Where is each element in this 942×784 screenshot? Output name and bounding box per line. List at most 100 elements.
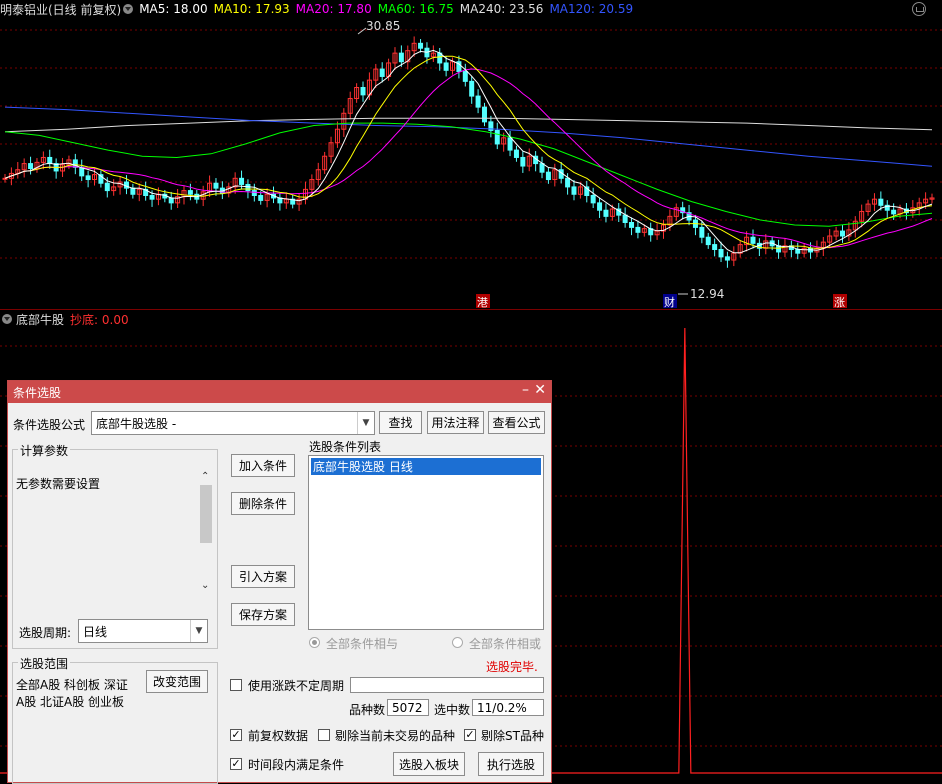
condition-list-title: 选股条件列表 [309, 440, 382, 454]
candle-body [213, 182, 219, 189]
close-icon[interactable]: ✕ [534, 382, 546, 398]
candle-body [258, 195, 264, 201]
status-text: 选股完毕. [486, 660, 538, 674]
ma10-label: MA10: 17.93 [213, 2, 290, 16]
candle-body [545, 171, 551, 181]
candle-body [418, 42, 424, 49]
execute-selection-button[interactable]: 执行选股 [478, 752, 544, 776]
indicator-dropdown-icon[interactable] [2, 314, 12, 324]
indicator-signal: 抄底: 0.00 [70, 312, 129, 327]
indicator-name[interactable]: 底部牛股 [16, 311, 64, 328]
candle-body [494, 129, 500, 145]
condition-list-item[interactable]: 底部牛股选股 日线 [311, 458, 541, 475]
candle-body [712, 244, 718, 251]
candle-body [239, 177, 245, 185]
find-button[interactable]: 查找 [379, 411, 422, 434]
low-annotation: 12.94 [678, 287, 724, 301]
condition-list[interactable]: 底部牛股选股 日线 [308, 455, 544, 630]
candle-body [705, 236, 711, 246]
low-label: 12.94 [690, 287, 724, 301]
ma120-line [4, 106, 933, 167]
view-formula-button[interactable]: 查看公式 [488, 411, 545, 434]
radio-all-or[interactable] [452, 637, 463, 648]
candle-body [379, 68, 385, 77]
period-select[interactable]: 日线 ▼ [78, 619, 208, 643]
ma60-line [4, 122, 933, 227]
count-field: 5072 [387, 699, 429, 716]
event-marker-zhang[interactable]: 涨 [834, 296, 845, 309]
candle-body [2, 177, 8, 180]
dialog-titlebar[interactable]: 条件选股 – ✕ [8, 381, 551, 403]
scroll-thumb[interactable] [200, 485, 212, 543]
condition-selection-dialog[interactable]: 条件选股 – ✕ 条件选股公式 底部牛股选股 - ▼ 查找 用法注释 查看公式 … [7, 380, 552, 784]
adjusted-data-checkbox[interactable]: ✓ [230, 729, 242, 741]
variable-period-checkbox[interactable] [230, 679, 242, 691]
moving-average-lines [4, 49, 933, 254]
count-label: 品种数 [349, 703, 386, 717]
ma10-line [4, 55, 933, 249]
candle-body [187, 190, 193, 195]
minimize-icon[interactable]: – [522, 382, 529, 398]
candle-body [891, 209, 897, 215]
formula-select[interactable]: 底部牛股选股 - ▼ [91, 411, 375, 435]
event-marker-gang[interactable]: 港 [477, 296, 488, 309]
candle-body [795, 249, 801, 254]
dropdown-circle-icon[interactable] [123, 4, 134, 14]
chevron-down-icon[interactable]: ▼ [357, 412, 374, 434]
adjusted-data-label: 前复权数据 [248, 729, 309, 743]
candle-body [776, 245, 782, 253]
candle-body [724, 256, 730, 261]
candle-body [251, 190, 257, 197]
add-condition-button[interactable]: 加入条件 [231, 454, 295, 477]
candles [2, 36, 935, 268]
scroll-down-icon[interactable]: ⌄ [201, 580, 209, 591]
change-range-button[interactable]: 改变范围 [146, 670, 208, 693]
radio-all-and[interactable] [309, 637, 320, 648]
ma5-label: MA5: 18.00 [139, 2, 208, 16]
event-marker-cai[interactable]: 财 [664, 295, 675, 309]
ma20-line [4, 68, 933, 249]
params-group-label: 计算参数 [18, 442, 71, 459]
period-value: 日线 [83, 624, 108, 639]
params-text: 无参数需要设置 [16, 477, 101, 491]
usage-notes-button[interactable]: 用法注释 [427, 411, 484, 434]
candle-body [635, 226, 641, 233]
candle-body [168, 197, 174, 204]
candle-body [622, 214, 628, 224]
candle-body [520, 156, 526, 167]
time-range-label: 时间段内满足条件 [248, 758, 345, 772]
delete-condition-button[interactable]: 删除条件 [231, 492, 295, 515]
scroll-up-icon[interactable]: ⌃ [201, 471, 209, 482]
remove-untraded-label: 剔除当前未交易的品种 [335, 729, 456, 743]
candle-body [475, 95, 481, 108]
dialog-title: 条件选股 [13, 385, 62, 400]
event-markers: 港 财 涨 [476, 294, 847, 309]
candle-body [590, 195, 596, 204]
params-scrollbar[interactable]: ⌃ ⌄ [199, 469, 213, 591]
save-scheme-button[interactable]: 保存方案 [231, 603, 295, 626]
ma5-line [4, 49, 933, 254]
candlestick-chart[interactable]: 30.85 12.94 港 财 涨 [0, 0, 942, 310]
high-annotation: 30.85 [357, 19, 400, 35]
formula-label: 条件选股公式 [13, 418, 86, 432]
chevron-down-icon[interactable]: ▼ [190, 620, 207, 642]
candle-body [539, 163, 545, 173]
stock-title[interactable]: 明泰铝业(日线 前复权) [0, 1, 121, 18]
remove-st-label: 剔除ST品种 [481, 729, 544, 743]
add-to-block-button[interactable]: 选股入板块 [393, 752, 465, 776]
candle-body [85, 175, 91, 181]
candle-body [443, 62, 449, 71]
remove-st-checkbox[interactable]: ✓ [464, 729, 476, 741]
chart-header: 明泰铝业(日线 前复权) MA5: 18.00 MA10: 17.93 MA20… [0, 0, 942, 18]
remove-untraded-checkbox[interactable] [318, 729, 330, 741]
selected-field: 11/0.2% [472, 699, 544, 716]
import-scheme-button[interactable]: 引入方案 [231, 565, 295, 588]
variable-period-input[interactable] [350, 677, 544, 693]
period-label: 选股周期: [19, 626, 72, 640]
time-range-checkbox[interactable]: ✓ [230, 758, 242, 770]
candle-body [360, 87, 366, 96]
candle-body [878, 198, 884, 206]
range-group-label: 选股范围 [18, 655, 71, 672]
settings-circle-icon[interactable] [912, 2, 926, 16]
candle-body [104, 182, 110, 192]
